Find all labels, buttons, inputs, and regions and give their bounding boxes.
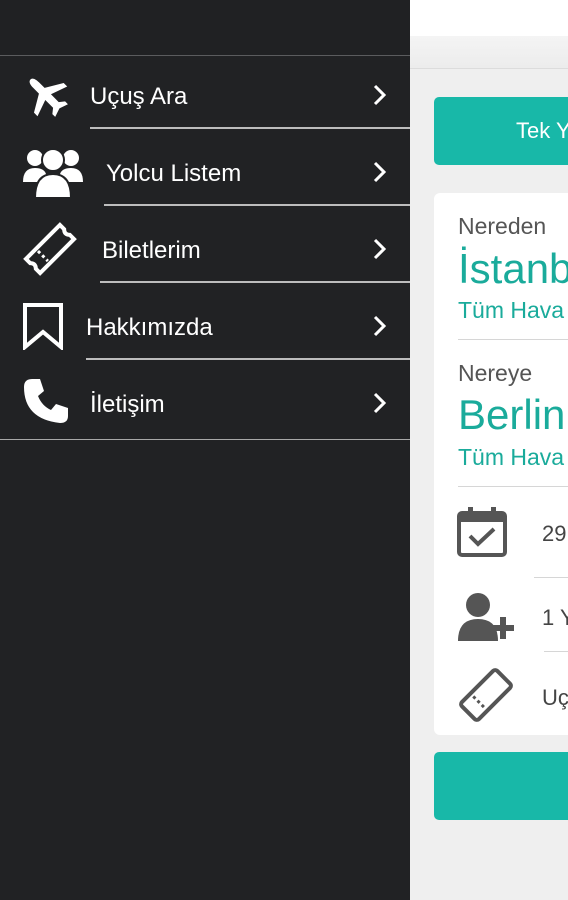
- menu-item-label: Uçuş Ara: [90, 83, 188, 110]
- date-value[interactable]: 29: [542, 521, 566, 547]
- menu-item-label: Hakkımızda: [86, 314, 213, 341]
- calendar-icon: [456, 503, 510, 564]
- menu-item-hakkimizda[interactable]: Hakkımızda: [0, 288, 410, 365]
- flight-class-value[interactable]: Uç: [542, 685, 568, 711]
- main-content: Tek Y Nereden İstanb Tüm Hava Nereye Ber…: [410, 0, 568, 900]
- menu-item-ucus-ara[interactable]: Uçuş Ara: [0, 57, 410, 134]
- chevron-right-icon: [372, 83, 388, 112]
- from-label: Nereden: [458, 213, 547, 239]
- app-header: [410, 0, 568, 36]
- navigation-drawer: Uçuş Ara Yolcu Listem Biletlerim Hakkımı…: [0, 0, 410, 900]
- header-shadow: [410, 36, 568, 69]
- drawer-header: [0, 0, 410, 56]
- menu-divider: [90, 127, 410, 129]
- divider: [458, 486, 568, 487]
- ticket-icon: [22, 221, 78, 282]
- one-way-tab[interactable]: Tek Y: [434, 97, 568, 165]
- chevron-right-icon: [372, 314, 388, 343]
- chevron-right-icon: [372, 391, 388, 420]
- menu-item-iletisim[interactable]: İletişim: [0, 365, 410, 442]
- menu-item-biletlerim[interactable]: Biletlerim: [0, 211, 410, 288]
- menu-item-yolcu-listem[interactable]: Yolcu Listem: [0, 134, 410, 211]
- from-airport[interactable]: Tüm Hava: [458, 297, 564, 324]
- chevron-right-icon: [372, 160, 388, 189]
- menu-item-label: İletişim: [90, 391, 165, 418]
- add-passenger-icon: [456, 591, 522, 648]
- to-label: Nereye: [458, 360, 533, 386]
- bookmark-icon: [22, 302, 64, 355]
- menu-divider: [86, 358, 410, 360]
- menu-divider: [100, 281, 410, 283]
- divider: [458, 339, 568, 340]
- menu-item-label: Biletlerim: [102, 237, 201, 264]
- phone-icon: [22, 377, 70, 430]
- menu-item-label: Yolcu Listem: [106, 160, 242, 187]
- airplane-icon: [22, 71, 70, 124]
- menu-bottom-divider: [0, 439, 410, 440]
- menu-divider: [104, 204, 410, 206]
- to-city[interactable]: Berlin: [458, 391, 565, 439]
- to-airport[interactable]: Tüm Hava: [458, 444, 564, 471]
- users-icon: [22, 142, 84, 205]
- chevron-right-icon: [372, 237, 388, 266]
- passenger-count[interactable]: 1 Y: [542, 605, 568, 631]
- search-flights-button[interactable]: [434, 752, 568, 820]
- divider: [534, 577, 568, 578]
- divider: [544, 651, 568, 652]
- ticket-icon: [456, 665, 516, 730]
- search-card: Nereden İstanb Tüm Hava Nereye Berlin Tü…: [434, 193, 568, 735]
- from-city[interactable]: İstanb: [458, 245, 568, 293]
